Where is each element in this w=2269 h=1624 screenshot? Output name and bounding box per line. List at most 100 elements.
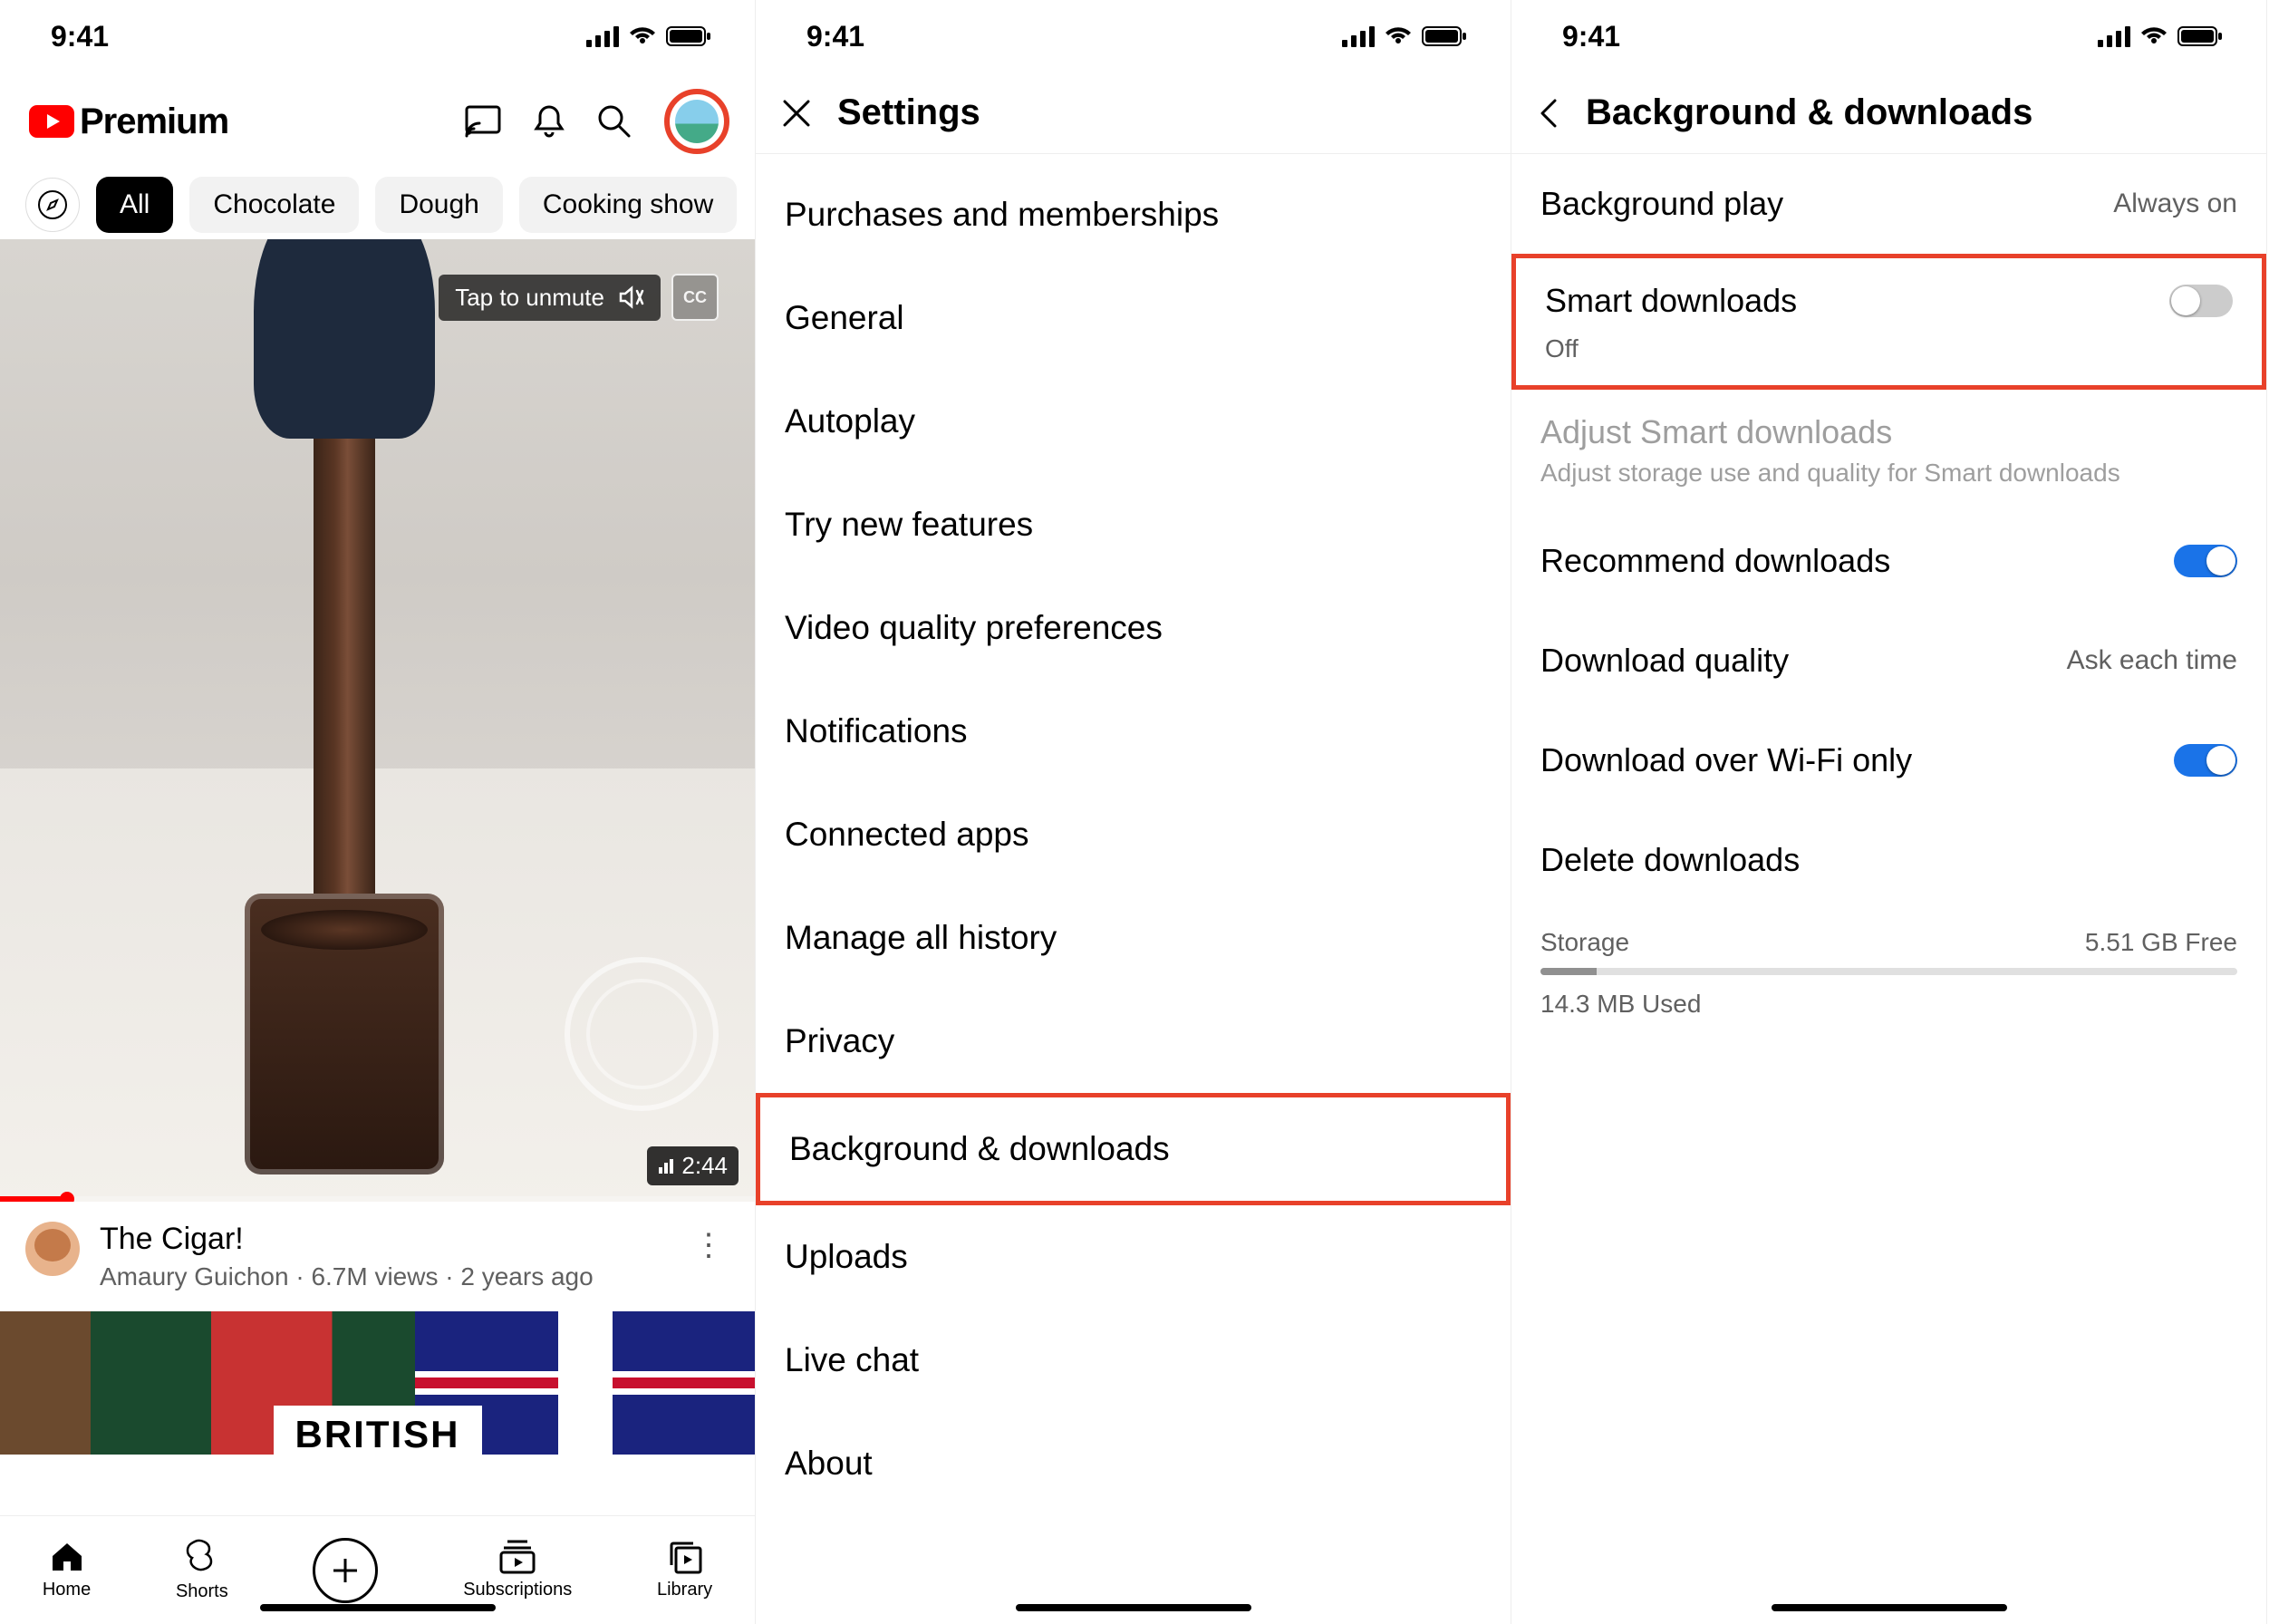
status-indicators	[586, 25, 711, 47]
video-progress[interactable]	[0, 1196, 755, 1202]
category-chips: All Chocolate Dough Cooking show	[0, 170, 755, 239]
unmute-overlay: Tap to unmute CC	[439, 274, 719, 321]
settings-item-autoplay[interactable]: Autoplay	[756, 370, 1511, 473]
avatar-icon	[675, 100, 719, 143]
second-video-thumbnail[interactable]: BRITISH	[0, 1311, 755, 1455]
storage-free: 5.51 GB Free	[2085, 928, 2237, 957]
explore-chip[interactable]	[25, 178, 80, 232]
status-bar: 9:41	[756, 0, 1511, 72]
option-background-play[interactable]: Background play Always on	[1511, 154, 2266, 254]
status-bar: 9:41	[1511, 0, 2266, 72]
option-wifi-only[interactable]: Download over Wi-Fi only	[1511, 710, 2266, 810]
screen-settings: 9:41 Settings Purchases and memberships …	[756, 0, 1511, 1624]
back-icon[interactable]	[1537, 97, 1560, 130]
chip-chocolate[interactable]: Chocolate	[189, 177, 359, 233]
nav-home[interactable]: Home	[43, 1540, 91, 1600]
tap-to-unmute[interactable]: Tap to unmute	[439, 275, 661, 321]
wifi-label: Download over Wi-Fi only	[1540, 741, 1912, 779]
option-adjust-smart-disabled: Adjust Smart downloads	[1511, 390, 2266, 459]
nav-shorts[interactable]: Shorts	[176, 1538, 228, 1602]
smart-downloads-label: Smart downloads	[1545, 282, 1797, 320]
youtube-icon	[29, 105, 74, 138]
screen-youtube-home: 9:41 Premium All Chocolate Dough Cooking…	[0, 0, 756, 1624]
video-thumbnail[interactable]: Tap to unmute CC 2:44	[0, 239, 755, 1202]
wifi-toggle[interactable]	[2174, 744, 2237, 777]
chip-cooking[interactable]: Cooking show	[519, 177, 737, 233]
recommend-toggle[interactable]	[2174, 545, 2237, 577]
battery-icon	[666, 25, 711, 47]
cellular-icon	[1342, 25, 1375, 47]
unmute-label: Tap to unmute	[455, 284, 604, 312]
nav-create[interactable]	[313, 1538, 378, 1603]
video-subtitle: Amaury Guichon · 6.7M views · 2 years ag…	[100, 1262, 668, 1291]
settings-item-uploads[interactable]: Uploads	[756, 1205, 1511, 1309]
channel-avatar[interactable]	[25, 1222, 80, 1276]
smart-downloads-toggle[interactable]	[2169, 285, 2233, 317]
signal-icon	[658, 1158, 674, 1174]
wifi-icon	[2139, 25, 2168, 47]
settings-item-notifications[interactable]: Notifications	[756, 680, 1511, 783]
search-icon[interactable]	[597, 104, 632, 139]
storage-section: Storage 5.51 GB Free 14.3 MB Used	[1511, 910, 2266, 1037]
option-recommend-downloads[interactable]: Recommend downloads	[1511, 511, 2266, 611]
nav-library[interactable]: Library	[657, 1540, 712, 1600]
chip-all[interactable]: All	[96, 177, 173, 233]
muted-icon	[617, 284, 644, 311]
video-title: The Cigar!	[100, 1222, 668, 1257]
home-indicator[interactable]	[1016, 1604, 1251, 1611]
close-icon[interactable]	[781, 98, 812, 129]
compass-icon	[37, 189, 68, 220]
storage-used: 14.3 MB Used	[1540, 990, 2237, 1019]
home-indicator[interactable]	[1772, 1604, 2007, 1611]
quality-label: Download quality	[1540, 642, 1789, 680]
battery-icon	[1422, 25, 1467, 47]
home-icon	[49, 1540, 85, 1574]
downloads-options: Background play Always on Smart download…	[1511, 154, 2266, 1624]
status-time: 9:41	[1562, 20, 1620, 53]
shorts-icon	[186, 1538, 218, 1576]
settings-item-purchases[interactable]: Purchases and memberships	[756, 163, 1511, 266]
settings-item-about[interactable]: About	[756, 1412, 1511, 1515]
settings-header: Settings	[756, 72, 1511, 154]
settings-item-history[interactable]: Manage all history	[756, 886, 1511, 990]
subscriptions-icon	[498, 1540, 536, 1574]
status-bar: 9:41	[0, 0, 755, 72]
video-metadata[interactable]: The Cigar! Amaury Guichon · 6.7M views ·…	[0, 1202, 755, 1311]
settings-item-general[interactable]: General	[756, 266, 1511, 370]
status-time: 9:41	[806, 20, 864, 53]
library-icon	[668, 1540, 702, 1574]
quality-value: Ask each time	[2067, 645, 2237, 676]
settings-item-background-downloads-highlighted[interactable]: Background & downloads	[756, 1093, 1511, 1205]
page-title: Background & downloads	[1586, 92, 2032, 133]
second-video-label: BRITISH	[274, 1406, 482, 1455]
storage-bar	[1540, 968, 2237, 975]
cast-icon[interactable]	[465, 105, 501, 138]
home-indicator[interactable]	[260, 1604, 496, 1611]
downloads-header: Background & downloads	[1511, 72, 2266, 154]
more-options-icon[interactable]: ⋮	[688, 1222, 729, 1269]
header-actions	[465, 89, 729, 154]
settings-item-video-quality[interactable]: Video quality preferences	[756, 576, 1511, 680]
settings-item-privacy[interactable]: Privacy	[756, 990, 1511, 1093]
cellular-icon	[586, 25, 619, 47]
logo-text: Premium	[80, 102, 228, 142]
status-indicators	[2098, 25, 2223, 47]
settings-item-live-chat[interactable]: Live chat	[756, 1309, 1511, 1412]
option-smart-downloads-highlighted[interactable]: Smart downloads Off	[1511, 254, 2266, 390]
closed-captions[interactable]: CC	[671, 274, 719, 321]
nav-subscriptions[interactable]: Subscriptions	[463, 1540, 572, 1600]
option-download-quality[interactable]: Download quality Ask each time	[1511, 611, 2266, 710]
recommend-label: Recommend downloads	[1540, 542, 1890, 580]
settings-item-try-new[interactable]: Try new features	[756, 473, 1511, 576]
bg-play-label: Background play	[1540, 185, 1783, 223]
profile-avatar-highlighted[interactable]	[664, 89, 729, 154]
status-time: 9:41	[51, 20, 109, 53]
option-delete-downloads[interactable]: Delete downloads	[1511, 810, 2266, 910]
status-indicators	[1342, 25, 1467, 47]
adjust-smart-subtitle: Adjust storage use and quality for Smart…	[1511, 459, 2266, 511]
video-feed: Tap to unmute CC 2:44 The Cigar! Amaury …	[0, 239, 755, 1515]
chip-dough[interactable]: Dough	[375, 177, 502, 233]
youtube-premium-logo[interactable]: Premium	[29, 102, 228, 142]
bell-icon[interactable]	[534, 103, 565, 140]
settings-item-connected-apps[interactable]: Connected apps	[756, 783, 1511, 886]
